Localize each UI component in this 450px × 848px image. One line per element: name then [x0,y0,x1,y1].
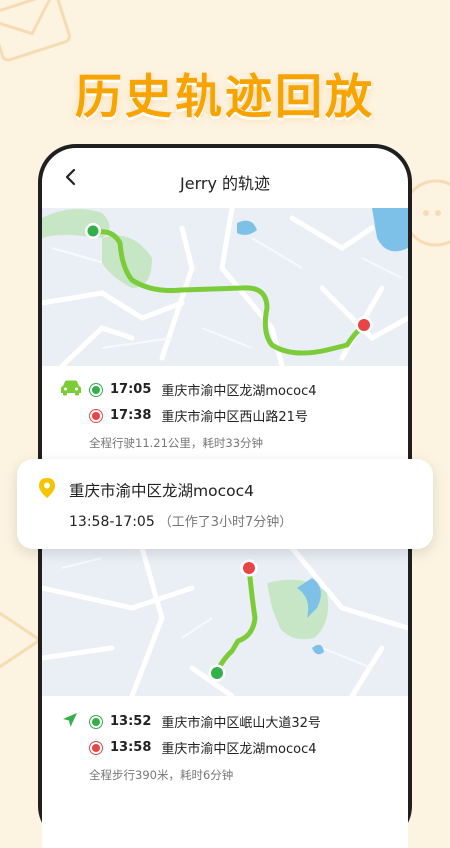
trip1-start-time: 17:05 [110,382,152,397]
car-icon [61,380,81,396]
trip2-map[interactable] [42,548,408,696]
trip2-start-time: 13:52 [110,714,152,729]
stop-time-range: 13:58-17:05 [69,514,155,530]
stop-time-row: 13:58-17:05 （工作了3小时7分钟） [69,511,292,530]
nav-bar: Jerry 的轨迹 [42,148,408,206]
trip2-end-row: 13:58 重庆市渝中区龙湖mococ4 [90,738,317,757]
stop-duration-note: （工作了3小时7分钟） [158,515,293,530]
trip1-start-place: 重庆市渝中区龙湖mococ4 [161,384,317,399]
navigation-arrow-icon [63,713,77,727]
trip2-end-place: 重庆市渝中区龙湖mococ4 [161,742,317,757]
trip1-start-row: 17:05 重庆市渝中区龙湖mococ4 [90,380,317,399]
location-pin-icon [39,478,55,498]
stop-place: 重庆市渝中区龙湖mococ4 [69,482,254,500]
start-dot-icon [90,383,102,396]
trip2-start-row: 13:52 重庆市渝中区岷山大道32号 [90,712,321,731]
trip1-summary: 全程行驶11.21公里，耗时33分钟 [89,436,264,450]
trip1-map[interactable] [42,208,408,366]
trip1-end-row: 17:38 重庆市渝中区西山路21号 [90,406,308,425]
page-title: Jerry 的轨迹 [180,174,270,193]
end-dot-icon [90,741,102,754]
stop-card[interactable]: 重庆市渝中区龙湖mococ4 13:58-17:05 （工作了3小时7分钟） [17,459,433,549]
headline: 历史轨迹回放 [75,70,375,125]
trip2-start-place: 重庆市渝中区岷山大道32号 [161,716,321,731]
trip2-summary: 全程步行390米，耗时6分钟 [89,768,234,782]
trip2-end-time: 13:58 [110,740,152,755]
end-dot-icon [90,409,102,422]
trip1-end-time: 17:38 [110,408,152,423]
start-dot-icon [90,715,102,728]
trip1-end-place: 重庆市渝中区西山路21号 [161,410,308,425]
